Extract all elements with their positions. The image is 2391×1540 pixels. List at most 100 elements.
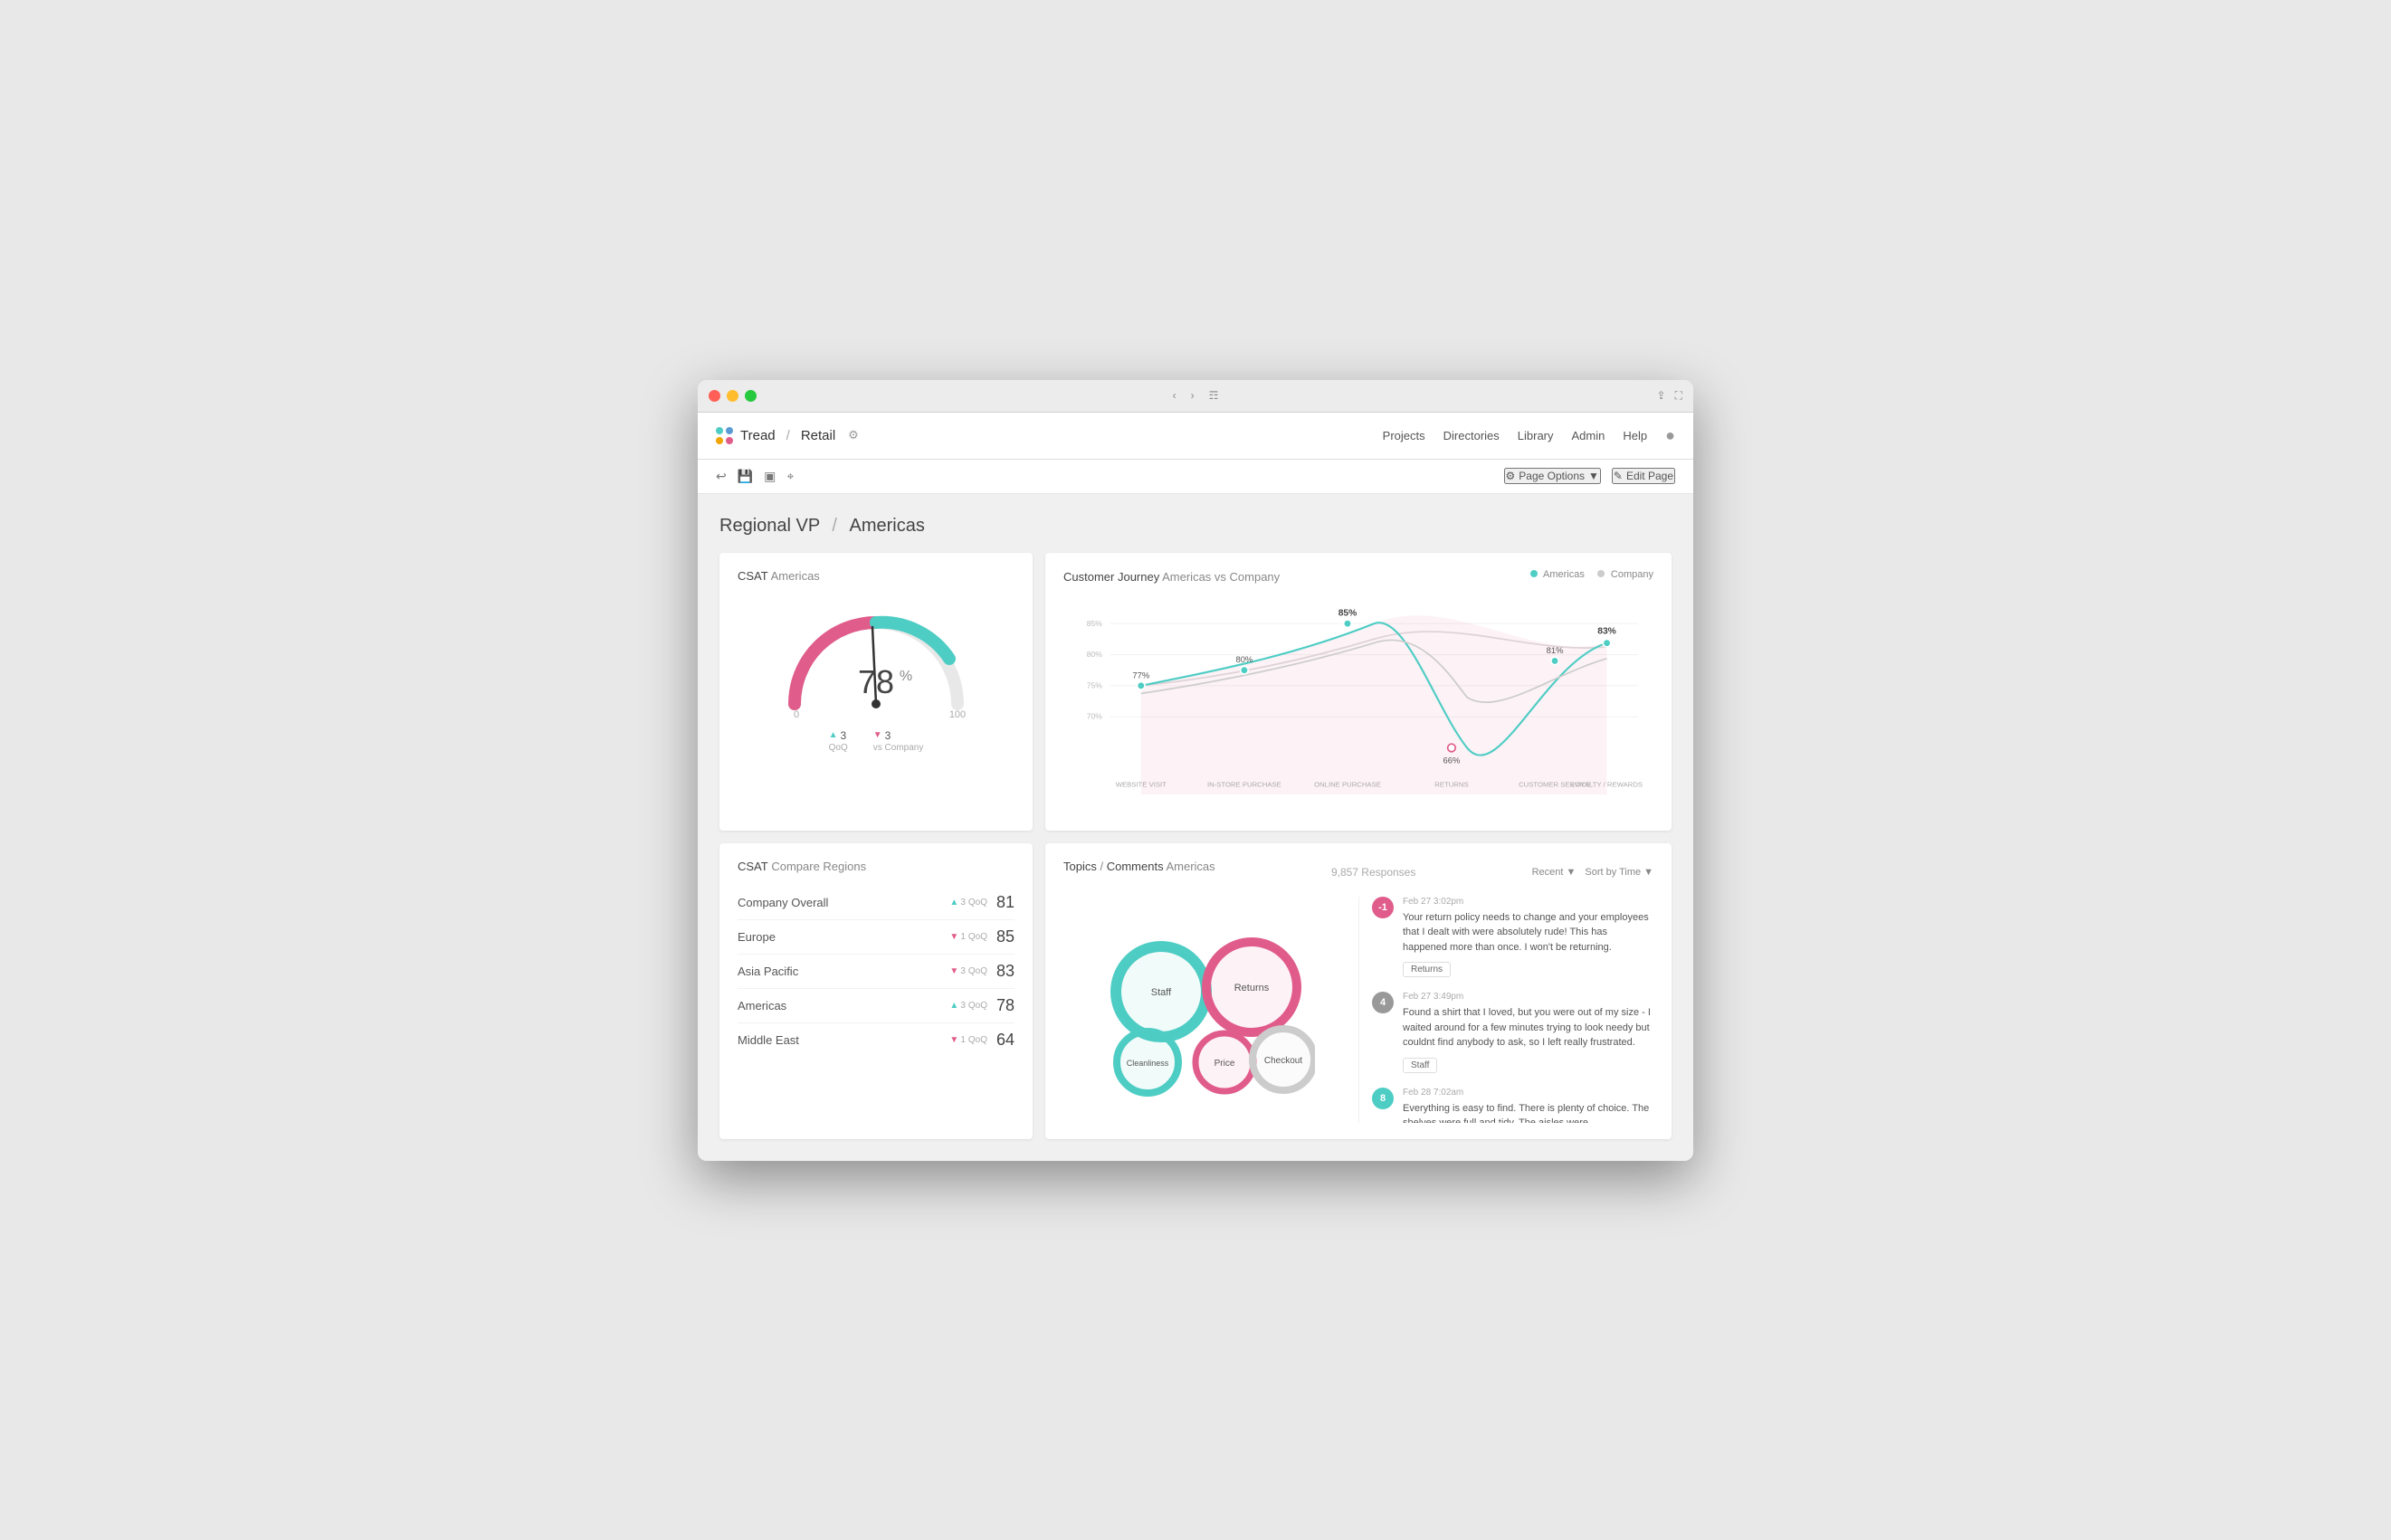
journey-legend: Americas Company — [1530, 569, 1653, 580]
svg-text:77%: 77% — [1132, 670, 1149, 680]
grid-button[interactable]: ☶ — [1209, 389, 1219, 402]
comment-tag-1[interactable]: Returns — [1403, 962, 1451, 977]
edit-icon: ✎ — [1614, 470, 1623, 482]
comment-date-3: Feb 28 7:02am — [1403, 1088, 1653, 1098]
topics-title: Topics / Comments Americas — [1063, 860, 1215, 873]
nav-projects[interactable]: Projects — [1383, 429, 1425, 442]
csat-subtitle: Americas — [771, 569, 820, 583]
svg-text:83%: 83% — [1597, 626, 1616, 636]
comment-date-1: Feb 27 3:02pm — [1403, 897, 1653, 907]
user-icon[interactable]: ● — [1665, 426, 1675, 445]
comment-score-3: 8 — [1372, 1088, 1394, 1109]
company-dot — [1597, 570, 1605, 577]
nav-admin[interactable]: Admin — [1572, 429, 1605, 442]
nav-help[interactable]: Help — [1623, 429, 1647, 442]
qoq-value: 3 — [841, 729, 847, 742]
comment-text-1: Your return policy needs to change and y… — [1403, 910, 1653, 955]
regions-list: Company Overall ▲ 3 QoQ 81 Europe ▼ — [738, 886, 1015, 1057]
gauge-chart: 78 % 0 100 — [776, 595, 976, 722]
dashboard-grid: CSAT Americas 78 — [719, 553, 1672, 1139]
qoq-arrow: ▲ — [829, 730, 838, 740]
forward-button[interactable]: › — [1191, 389, 1195, 402]
close-button[interactable] — [709, 390, 720, 402]
logo-dot-teal — [716, 427, 723, 434]
region-score: 85 — [987, 927, 1015, 946]
navbar: Tread / Retail ⚙ Projects Directories Li… — [698, 413, 1693, 460]
svg-text:Price: Price — [1215, 1059, 1235, 1069]
nav-directories[interactable]: Directories — [1443, 429, 1500, 442]
journey-label: Customer Journey — [1063, 570, 1159, 584]
vs-label: vs Company — [873, 743, 924, 753]
response-count: 9,857 Responses — [1331, 866, 1415, 879]
save-icon[interactable]: 💾 — [738, 469, 753, 484]
maximize-button[interactable] — [745, 390, 757, 402]
svg-text:80%: 80% — [1087, 650, 1103, 659]
settings-icon[interactable]: ⚙ — [848, 428, 859, 442]
legend-americas: Americas — [1530, 569, 1585, 580]
comment-content-3: Feb 28 7:02am Everything is easy to find… — [1403, 1088, 1653, 1123]
region-qoq: ▲ 3 QoQ — [949, 1001, 987, 1011]
page-title: Regional VP / Americas — [719, 516, 1672, 537]
vs-arrow: ▼ — [873, 730, 882, 740]
region-row-asia: Asia Pacific ▼ 3 QoQ 83 — [738, 955, 1015, 989]
region-name: Asia Pacific — [738, 965, 944, 978]
region-row-company: Company Overall ▲ 3 QoQ 81 — [738, 886, 1015, 920]
journey-chart-wrapper: 85% 80% 75% 70% — [1063, 593, 1653, 814]
page-options-label: Page Options — [1519, 470, 1585, 482]
bookmark-icon[interactable]: ⌖ — [786, 469, 794, 484]
chevron-down-icon: ▼ — [1588, 470, 1599, 482]
nav-library[interactable]: Library — [1518, 429, 1554, 442]
fullscreen-button[interactable]: ⛶ — [1675, 389, 1682, 403]
svg-text:Staff: Staff — [1151, 987, 1172, 998]
topics-bubbles: Staff Returns Cleanliness — [1063, 897, 1358, 1123]
copy-icon[interactable]: ▣ — [764, 469, 776, 484]
logo-grid — [716, 427, 733, 444]
region-qoq: ▼ 1 QoQ — [949, 932, 987, 942]
svg-text:70%: 70% — [1087, 711, 1103, 720]
toolbar-right: ⚙ Page Options ▼ ✎ Edit Page — [1504, 468, 1675, 484]
comment-content-2: Feb 27 3:49pm Found a shirt that I loved… — [1403, 992, 1653, 1073]
brand: Tread / Retail ⚙ — [716, 427, 859, 444]
comment-text-3: Everything is easy to find. There is ple… — [1403, 1101, 1653, 1123]
journey-title: Customer Journey Americas vs Company — [1063, 570, 1280, 584]
edit-page-label: Edit Page — [1626, 470, 1673, 482]
svg-text:85%: 85% — [1338, 608, 1357, 618]
comment-text-2: Found a shirt that I loved, but you were… — [1403, 1005, 1653, 1050]
compare-subtitle: Compare Regions — [771, 860, 866, 873]
project-name: Retail — [801, 428, 835, 443]
region-qoq: ▼ 3 QoQ — [949, 966, 987, 976]
qoq-stat: ▲ 3 QoQ — [829, 729, 848, 753]
page-options-button[interactable]: ⚙ Page Options ▼ — [1504, 468, 1601, 484]
back-button[interactable]: ‹ — [1173, 389, 1176, 402]
svg-text:Returns: Returns — [1234, 983, 1270, 993]
journey-subtitle: Americas vs Company — [1162, 570, 1280, 584]
undo-icon[interactable]: ↩ — [716, 469, 727, 484]
minimize-button[interactable] — [727, 390, 738, 402]
logo-dot-pink — [726, 437, 733, 444]
nav-links: Projects Directories Library Admin Help … — [1383, 426, 1675, 445]
app-window: ‹ › ☶ ⇪ ⛶ Tread / Retail ⚙ Pro — [698, 380, 1693, 1161]
edit-page-button[interactable]: ✎ Edit Page — [1612, 468, 1675, 484]
americas-dot — [1530, 570, 1538, 577]
svg-text:66%: 66% — [1443, 755, 1461, 765]
comment-content-1: Feb 27 3:02pm Your return policy needs t… — [1403, 897, 1653, 978]
legend-company: Company — [1597, 569, 1653, 580]
page-region: Americas — [850, 516, 925, 536]
region-row-americas: Americas ▲ 3 QoQ 78 — [738, 989, 1015, 1023]
share-button[interactable]: ⇪ — [1657, 389, 1666, 403]
sort-control[interactable]: Sort by Time ▼ — [1585, 867, 1653, 878]
chevron-down-icon: ▼ — [1566, 867, 1576, 878]
topics-region: Americas — [1166, 860, 1215, 873]
logo-dot-blue — [726, 427, 733, 434]
svg-text:ONLINE PURCHASE: ONLINE PURCHASE — [1314, 780, 1381, 788]
topics-body: Staff Returns Cleanliness — [1063, 897, 1653, 1123]
recent-control[interactable]: Recent ▼ — [1532, 867, 1577, 878]
toolbar-left: ↩ 💾 ▣ ⌖ — [716, 469, 794, 484]
titlebar-right: ⇪ ⛶ — [1657, 389, 1682, 403]
topics-header: Topics / Comments Americas 9,857 Respons… — [1063, 860, 1653, 886]
svg-text:IN-STORE PURCHASE: IN-STORE PURCHASE — [1207, 780, 1281, 788]
comment-tag-2[interactable]: Staff — [1403, 1058, 1437, 1073]
brand-logo — [716, 427, 733, 444]
gear-small-icon: ⚙ — [1506, 470, 1516, 482]
svg-text:RETURNS: RETURNS — [1434, 780, 1468, 788]
